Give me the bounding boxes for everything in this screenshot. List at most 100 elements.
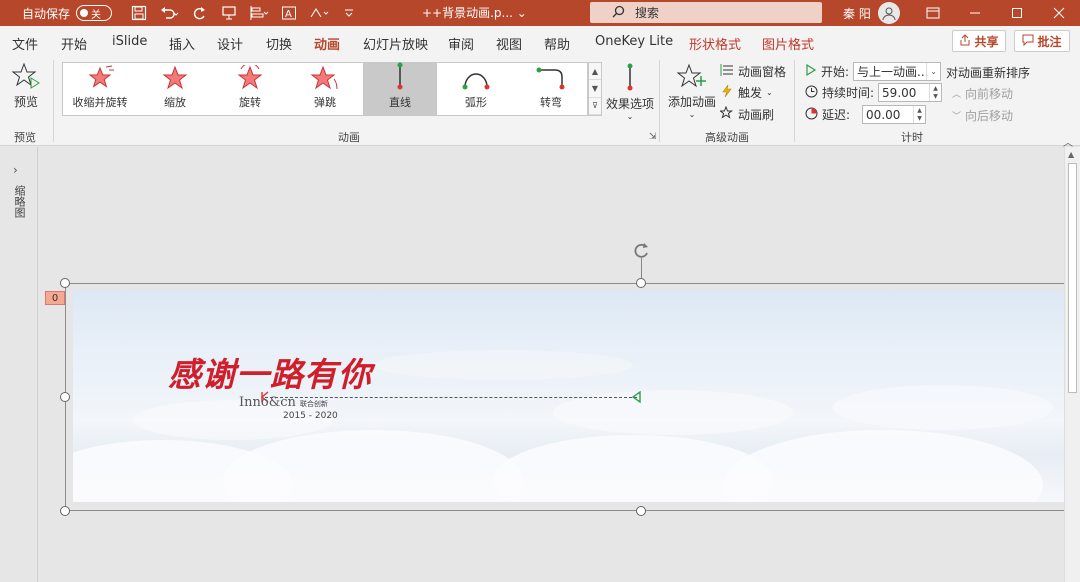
tab-design[interactable]: 设计 xyxy=(217,34,243,53)
animation-painter-label: 动画刷 xyxy=(738,108,775,122)
document-title[interactable]: ++背景动画.p... ⌄ xyxy=(422,4,527,21)
dialog-launcher-icon[interactable]: ⇲ xyxy=(649,132,657,142)
resize-handle-w[interactable] xyxy=(60,392,70,402)
search-box[interactable]: 搜索 xyxy=(590,2,822,23)
text-box-icon[interactable]: A xyxy=(278,3,300,23)
gallery-item-turns[interactable]: 转弯 xyxy=(515,63,587,115)
slide-brand: Inno&cn 联合创新 xyxy=(239,395,328,410)
group-label-preview: 预览 xyxy=(14,131,36,144)
arc-path-icon xyxy=(461,65,491,94)
minimize-icon[interactable] xyxy=(954,0,996,26)
add-animation-button[interactable]: 添加动画 ⌄ xyxy=(668,62,716,122)
gallery-item-bounce[interactable]: 弹跳 xyxy=(289,63,361,115)
group-separator xyxy=(794,60,795,142)
preview-label: 预览 xyxy=(13,95,38,109)
ribbon-animations: 预览 预览 收缩并旋转 缩放 旋转 弹跳 直线 弧形 转弯 ▲ ▼ ⊽ 效果选项… xyxy=(0,56,1080,149)
tab-insert[interactable]: 插入 xyxy=(169,34,195,53)
brand-name: Inno&cn xyxy=(239,395,296,410)
redo-icon[interactable] xyxy=(188,3,210,23)
delay-input[interactable]: 00.00 ▲ ▼ xyxy=(862,105,927,124)
tab-home[interactable]: 开始 xyxy=(61,34,87,53)
expand-thumbnails-icon[interactable]: › xyxy=(13,163,18,177)
animation-pane-button[interactable]: 动画窗格 xyxy=(720,63,786,80)
start-value: 与上一动画... xyxy=(857,65,929,79)
tab-help[interactable]: 帮助 xyxy=(544,34,570,53)
tab-slideshow[interactable]: 幻灯片放映 xyxy=(363,34,428,53)
tab-review[interactable]: 审阅 xyxy=(448,34,474,53)
customize-qat-icon[interactable] xyxy=(338,3,360,23)
user-name[interactable]: 秦 阳 xyxy=(843,5,871,22)
gallery-item-shrink-spin[interactable]: 收缩并旋转 xyxy=(63,63,137,115)
reorder-heading: 对动画重新排序 xyxy=(946,64,1030,81)
share-icon xyxy=(959,33,971,49)
rotate-handle-icon[interactable] xyxy=(630,240,652,262)
resize-handle-n[interactable] xyxy=(636,278,646,288)
effect-options-icon xyxy=(620,62,640,95)
move-later-label: 向后移动 xyxy=(965,109,1014,123)
gallery-item-zoom[interactable]: 缩放 xyxy=(139,63,211,115)
resize-handle-s[interactable] xyxy=(636,506,646,516)
duration-input[interactable]: 59.00 ▲ ▼ xyxy=(878,83,943,102)
comments-button[interactable]: 批注 xyxy=(1014,30,1070,52)
turn-path-icon xyxy=(536,65,566,94)
close-icon[interactable] xyxy=(1038,0,1080,26)
scroll-thumb[interactable] xyxy=(1068,163,1077,393)
align-icon[interactable] xyxy=(248,3,270,23)
duration-label: 持续时间: xyxy=(822,86,875,100)
tab-shape-format[interactable]: 形状格式 xyxy=(689,34,741,53)
play-icon xyxy=(805,63,817,79)
tab-view[interactable]: 视图 xyxy=(496,34,522,53)
tab-picture-format[interactable]: 图片格式 xyxy=(762,34,814,53)
preview-star-icon xyxy=(11,62,41,93)
gallery-item-arcs[interactable]: 弧形 xyxy=(439,63,513,115)
add-animation-star-icon xyxy=(676,62,707,93)
scroll-up-icon[interactable]: ▲ xyxy=(1068,150,1074,159)
autosave-toggle[interactable]: 关 xyxy=(76,5,113,21)
tab-transitions[interactable]: 切换 xyxy=(266,34,292,53)
preview-button[interactable]: 预览 xyxy=(8,62,44,122)
gallery-item-spin[interactable]: 旋转 xyxy=(213,62,287,115)
resize-handle-nw[interactable] xyxy=(60,278,70,288)
animation-gallery: 收缩并旋转 缩放 旋转 弹跳 直线 弧形 转弯 xyxy=(62,62,588,116)
clock-icon xyxy=(805,85,818,101)
trigger-button[interactable]: 触发 ⌄ xyxy=(720,84,773,101)
start-row: 开始: 与上一动画... ⌄ xyxy=(805,62,942,81)
duration-value: 59.00 xyxy=(882,85,917,100)
slide-title: 感谢一路有你 xyxy=(168,355,372,394)
gallery-scroll-down[interactable]: ▼ xyxy=(589,80,601,98)
autosave-label: 自动保存 xyxy=(22,6,71,21)
tab-islide[interactable]: iSlide xyxy=(112,34,147,49)
duration-spinner[interactable]: ▲ ▼ xyxy=(929,84,941,101)
motion-path-start-icon[interactable] xyxy=(631,390,641,406)
move-earlier-button[interactable]: ︿ 向前移动 xyxy=(952,85,1013,102)
gallery-label-zoom: 缩放 xyxy=(164,96,186,109)
duration-row: 持续时间: 59.00 ▲ ▼ xyxy=(805,83,943,102)
delay-spinner[interactable]: ▲ ▼ xyxy=(913,106,925,123)
effect-options-button[interactable]: 效果选项 ⌄ xyxy=(606,62,654,122)
tab-onekey-lite[interactable]: OneKey Lite xyxy=(595,34,673,49)
animation-order-tag[interactable]: 0 xyxy=(45,291,65,305)
gallery-scroll-up[interactable]: ▲ xyxy=(589,63,601,81)
undo-icon[interactable] xyxy=(158,3,180,23)
lightning-icon xyxy=(720,84,734,101)
maximize-icon[interactable] xyxy=(996,0,1038,26)
start-select[interactable]: 与上一动画... ⌄ xyxy=(853,62,942,81)
thumbnails-label[interactable]: 缩略图 xyxy=(11,185,27,218)
share-button[interactable]: 共享 xyxy=(952,30,1006,52)
avatar[interactable] xyxy=(878,2,900,24)
tab-file[interactable]: 文件 xyxy=(12,34,38,53)
toggle-knob xyxy=(80,9,89,17)
delay-label: 延迟: xyxy=(822,108,851,122)
star-shrink-spin-icon xyxy=(85,65,115,94)
vertical-scrollbar[interactable]: ▲ xyxy=(1064,147,1080,582)
animation-painter-button[interactable]: 动画刷 xyxy=(718,105,775,123)
resize-handle-sw[interactable] xyxy=(60,506,70,516)
gallery-more[interactable]: ⊽ xyxy=(589,98,601,115)
tab-animations[interactable]: 动画 xyxy=(314,34,341,59)
shape-draw-icon[interactable] xyxy=(308,3,330,23)
present-icon[interactable] xyxy=(218,3,240,23)
save-icon[interactable] xyxy=(128,3,150,23)
ribbon-display-icon[interactable] xyxy=(912,0,954,26)
move-later-button[interactable]: ﹀ 向后移动 xyxy=(952,107,1013,124)
gallery-item-lines[interactable]: 直线 xyxy=(363,62,437,115)
